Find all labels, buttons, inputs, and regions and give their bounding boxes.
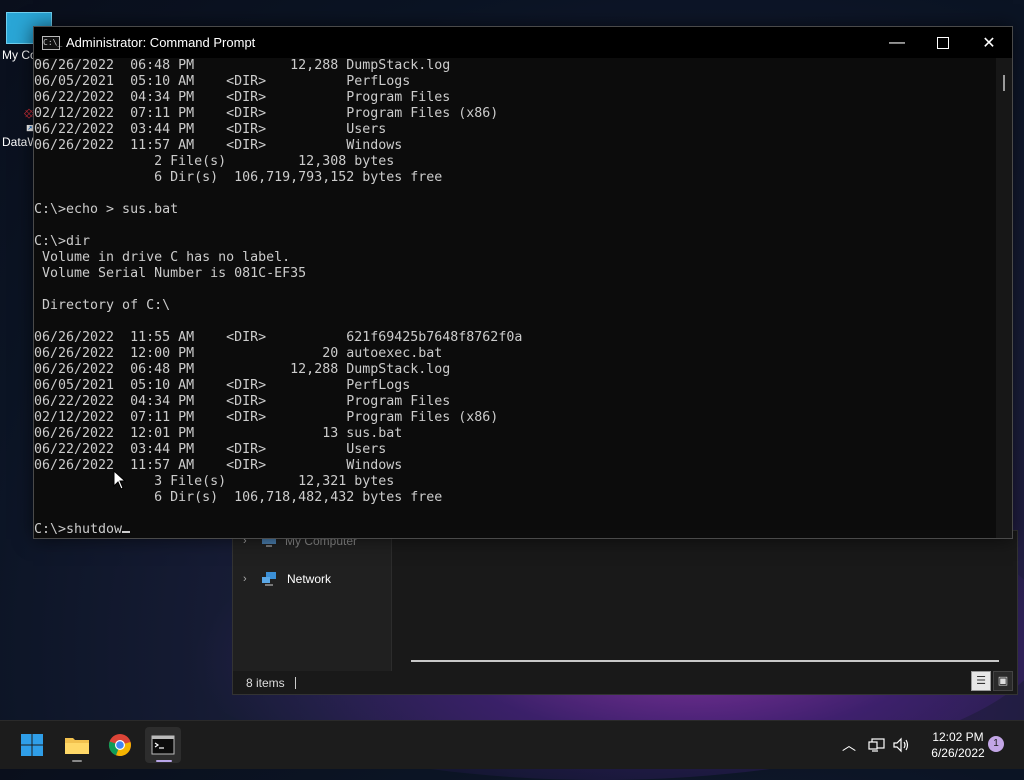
console-line: C:\>dir [34, 234, 91, 249]
console-line: 06/26/2022 12:01 PM 13 sus.bat [34, 426, 403, 441]
text-cursor [122, 531, 131, 533]
vertical-scrollbar[interactable] [996, 58, 1012, 538]
tiles-view-button[interactable]: ▣ [993, 671, 1013, 691]
cmd-app-icon: C:\_ [42, 35, 62, 50]
console-line: 06/26/2022 06:48 PM 12,288 DumpStack.log [34, 362, 451, 377]
console-line: 06/22/2022 03:44 PM <DIR> Users [34, 442, 387, 457]
terminal-icon [151, 735, 175, 755]
maximize-icon [937, 36, 949, 49]
folder-icon [65, 738, 89, 754]
details-view-button[interactable]: ☰ [971, 671, 991, 691]
window-title: Administrator: Command Prompt [66, 35, 256, 50]
status-divider [294, 676, 296, 689]
speaker-icon [893, 737, 909, 753]
maximize-button[interactable] [920, 27, 966, 58]
console-line: 6 Dir(s) 106,718,482,432 bytes free [34, 490, 443, 505]
windows-logo-icon [21, 734, 43, 756]
nav-item-network[interactable]: › Network [243, 569, 331, 589]
taskbar-chrome[interactable] [102, 727, 138, 763]
volume-tray-button[interactable] [893, 721, 911, 769]
console-line: 06/05/2021 05:10 AM <DIR> PerfLogs [34, 74, 411, 89]
file-explorer-window[interactable]: › My Computer › Network 8 items ☰ ▣ [232, 530, 1018, 695]
taskbar-file-explorer[interactable] [59, 727, 95, 763]
clock-date: 6/26/2022 [931, 746, 985, 760]
console-line: 6 Dir(s) 106,719,793,152 bytes free [34, 170, 443, 185]
console-line: 06/05/2021 05:10 AM <DIR> PerfLogs [34, 378, 411, 393]
nav-item-label: Network [287, 572, 332, 586]
chevron-up-icon: ︿ [842, 737, 856, 753]
start-button[interactable] [14, 727, 50, 763]
taskbar-clock[interactable]: 12:02 PM 6/26/2022 [918, 729, 998, 761]
console-line: 02/12/2022 07:11 PM <DIR> Program Files … [34, 410, 499, 425]
console-line: 06/22/2022 03:44 PM <DIR> Users [34, 122, 387, 137]
network-status-icon [868, 738, 885, 752]
console-line: C:\>shutdow [34, 522, 996, 538]
console-line: 02/12/2022 07:11 PM <DIR> Program Files … [34, 106, 499, 121]
console-line: 06/26/2022 12:00 PM 20 autoexec.bat [34, 346, 443, 361]
scrollbar-thumb[interactable] [1003, 75, 1005, 91]
command-prompt-window[interactable]: C:\_ Administrator: Command Prompt — ✕ 0… [33, 26, 1013, 539]
console-line: 06/26/2022 11:57 AM <DIR> Windows [34, 138, 403, 153]
console-line: 06/26/2022 06:48 PM 12,288 DumpStack.log [34, 58, 451, 73]
taskbar-command-prompt[interactable] [145, 727, 181, 763]
chevron-right-icon: › [243, 573, 247, 585]
console-line: 06/22/2022 04:34 PM <DIR> Program Files [34, 394, 451, 409]
minimize-icon: — [889, 33, 905, 51]
mouse-pointer-icon [113, 470, 127, 490]
explorer-nav-pane: › My Computer › Network [233, 531, 392, 671]
close-button[interactable]: ✕ [966, 27, 1012, 58]
clock-time: 12:02 PM [932, 730, 984, 744]
console-line: Directory of C:\ [34, 298, 171, 313]
show-hidden-icons-button[interactable]: ︿ [842, 721, 856, 769]
tiles-view-icon: ▣ [997, 675, 1009, 687]
console-line: C:\>echo > sus.bat [34, 202, 179, 217]
console-line: 06/22/2022 04:34 PM <DIR> Program Files [34, 90, 451, 105]
item-count: 8 items [246, 675, 285, 690]
console-line: Volume Serial Number is 081C-EF35 [34, 266, 307, 281]
notification-badge[interactable]: 1 [988, 736, 1004, 752]
explorer-status-bar: 8 items [233, 671, 1017, 694]
running-indicator [72, 760, 82, 762]
active-indicator [156, 760, 172, 762]
console-line: 2 File(s) 12,308 bytes [34, 154, 395, 169]
close-icon: ✕ [982, 34, 996, 52]
window-titlebar[interactable]: C:\_ Administrator: Command Prompt — ✕ [34, 27, 1012, 58]
minimize-button[interactable]: — [874, 27, 920, 58]
taskbar: ︿ 12:02 PM 6/26/2022 [0, 720, 1024, 769]
list-view-icon: ☰ [976, 675, 986, 687]
console-line: 06/26/2022 11:55 AM <DIR> 621f69425b7648… [34, 330, 523, 345]
console-line: Volume in drive C has no label. [34, 250, 291, 265]
network-icon [262, 572, 276, 586]
chrome-icon [108, 734, 131, 757]
horizontal-scrollbar[interactable] [411, 660, 999, 662]
console-line: 06/26/2022 11:57 AM <DIR> Windows [34, 458, 403, 473]
console-line: 3 File(s) 12,321 bytes [34, 474, 395, 489]
network-tray-button[interactable] [868, 721, 886, 769]
console-output[interactable]: 06/26/2022 06:48 PM 12,288 DumpStack.log… [34, 58, 996, 538]
